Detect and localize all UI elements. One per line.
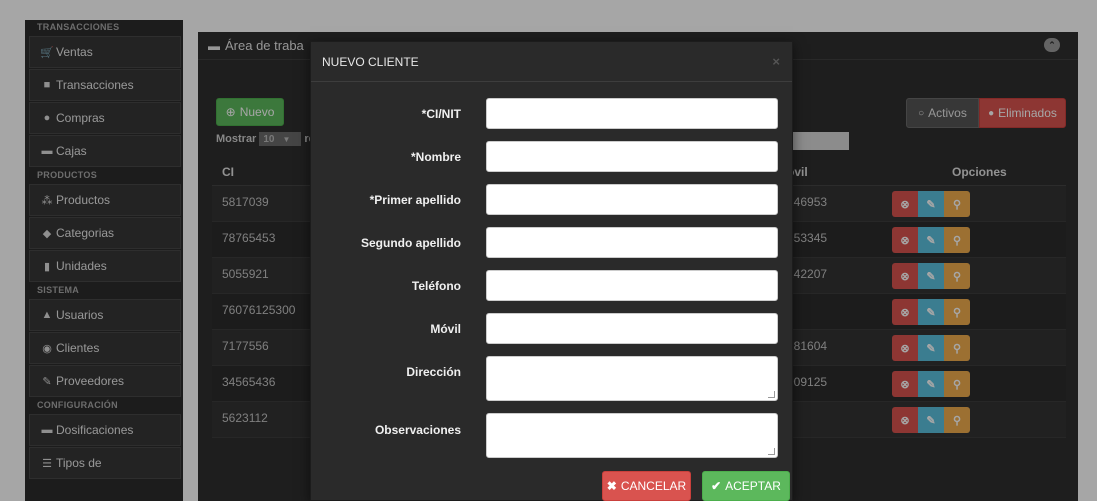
cancel-button[interactable]: ✖ CANCELAR bbox=[602, 471, 691, 501]
movil-input[interactable] bbox=[486, 313, 778, 344]
check-icon: ✔ bbox=[711, 479, 722, 493]
nombre-input[interactable] bbox=[486, 141, 778, 172]
modal-title: NUEVO CLIENTE bbox=[322, 54, 419, 69]
observaciones-textarea[interactable] bbox=[486, 413, 778, 458]
close-icon[interactable]: × bbox=[772, 54, 780, 69]
primer-apellido-label: *Primer apellido bbox=[369, 193, 461, 207]
telefono-input[interactable] bbox=[486, 270, 778, 301]
telefono-label: Teléfono bbox=[411, 279, 461, 293]
accept-button[interactable]: ✔ ACEPTAR bbox=[702, 471, 790, 501]
modal-header: NUEVO CLIENTE × bbox=[311, 42, 792, 82]
cancel-button-label: CANCELAR bbox=[620, 479, 687, 493]
new-client-modal: NUEVO CLIENTE × *CI/NIT *Nombre *Primer … bbox=[310, 41, 793, 501]
x-icon: ✖ bbox=[606, 479, 617, 493]
observaciones-label: Observaciones bbox=[374, 423, 461, 437]
movil-label: Móvil bbox=[430, 322, 461, 336]
primer-apellido-input[interactable] bbox=[486, 184, 778, 215]
accept-button-label: ACEPTAR bbox=[725, 479, 781, 493]
segundo-apellido-input[interactable] bbox=[486, 227, 778, 258]
app-window: TRANSACCIONES 🛒 Ventas ■ Transacciones ● Co… bbox=[0, 0, 1097, 501]
nombre-label: *Nombre bbox=[410, 150, 461, 164]
direccion-textarea[interactable] bbox=[486, 356, 778, 401]
direccion-label: Dirección bbox=[406, 365, 461, 379]
segundo-apellido-label: Segundo apellido bbox=[360, 236, 461, 250]
ci-nit-input[interactable] bbox=[486, 98, 778, 129]
ci-label: *CI/NIT bbox=[421, 107, 461, 121]
